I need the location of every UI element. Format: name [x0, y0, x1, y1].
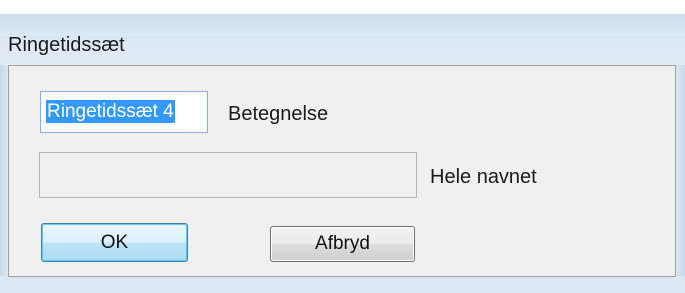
- title-bar[interactable]: Ringetidssæt: [0, 14, 685, 65]
- window-frame-bottom: [0, 276, 685, 293]
- cancel-button[interactable]: Afbryd: [270, 226, 415, 262]
- window-frame-left: [0, 65, 8, 293]
- dialog-body: Ringetidssæt 4 Betegnelse Hele navnet OK…: [8, 65, 676, 277]
- fullname-label: Hele navnet: [430, 166, 537, 188]
- window-title: Ringetidssæt: [8, 34, 125, 56]
- ok-button[interactable]: OK: [41, 223, 188, 262]
- name-input[interactable]: Ringetidssæt 4: [40, 91, 208, 133]
- name-input-selected-text: Ringetidssæt 4: [46, 100, 175, 123]
- name-label: Betegnelse: [228, 103, 329, 125]
- fullname-input[interactable]: [39, 152, 417, 198]
- window-frame-right: [675, 65, 685, 293]
- dialog-window: Ringetidssæt Ringetidssæt 4 Betegnelse H…: [0, 0, 685, 293]
